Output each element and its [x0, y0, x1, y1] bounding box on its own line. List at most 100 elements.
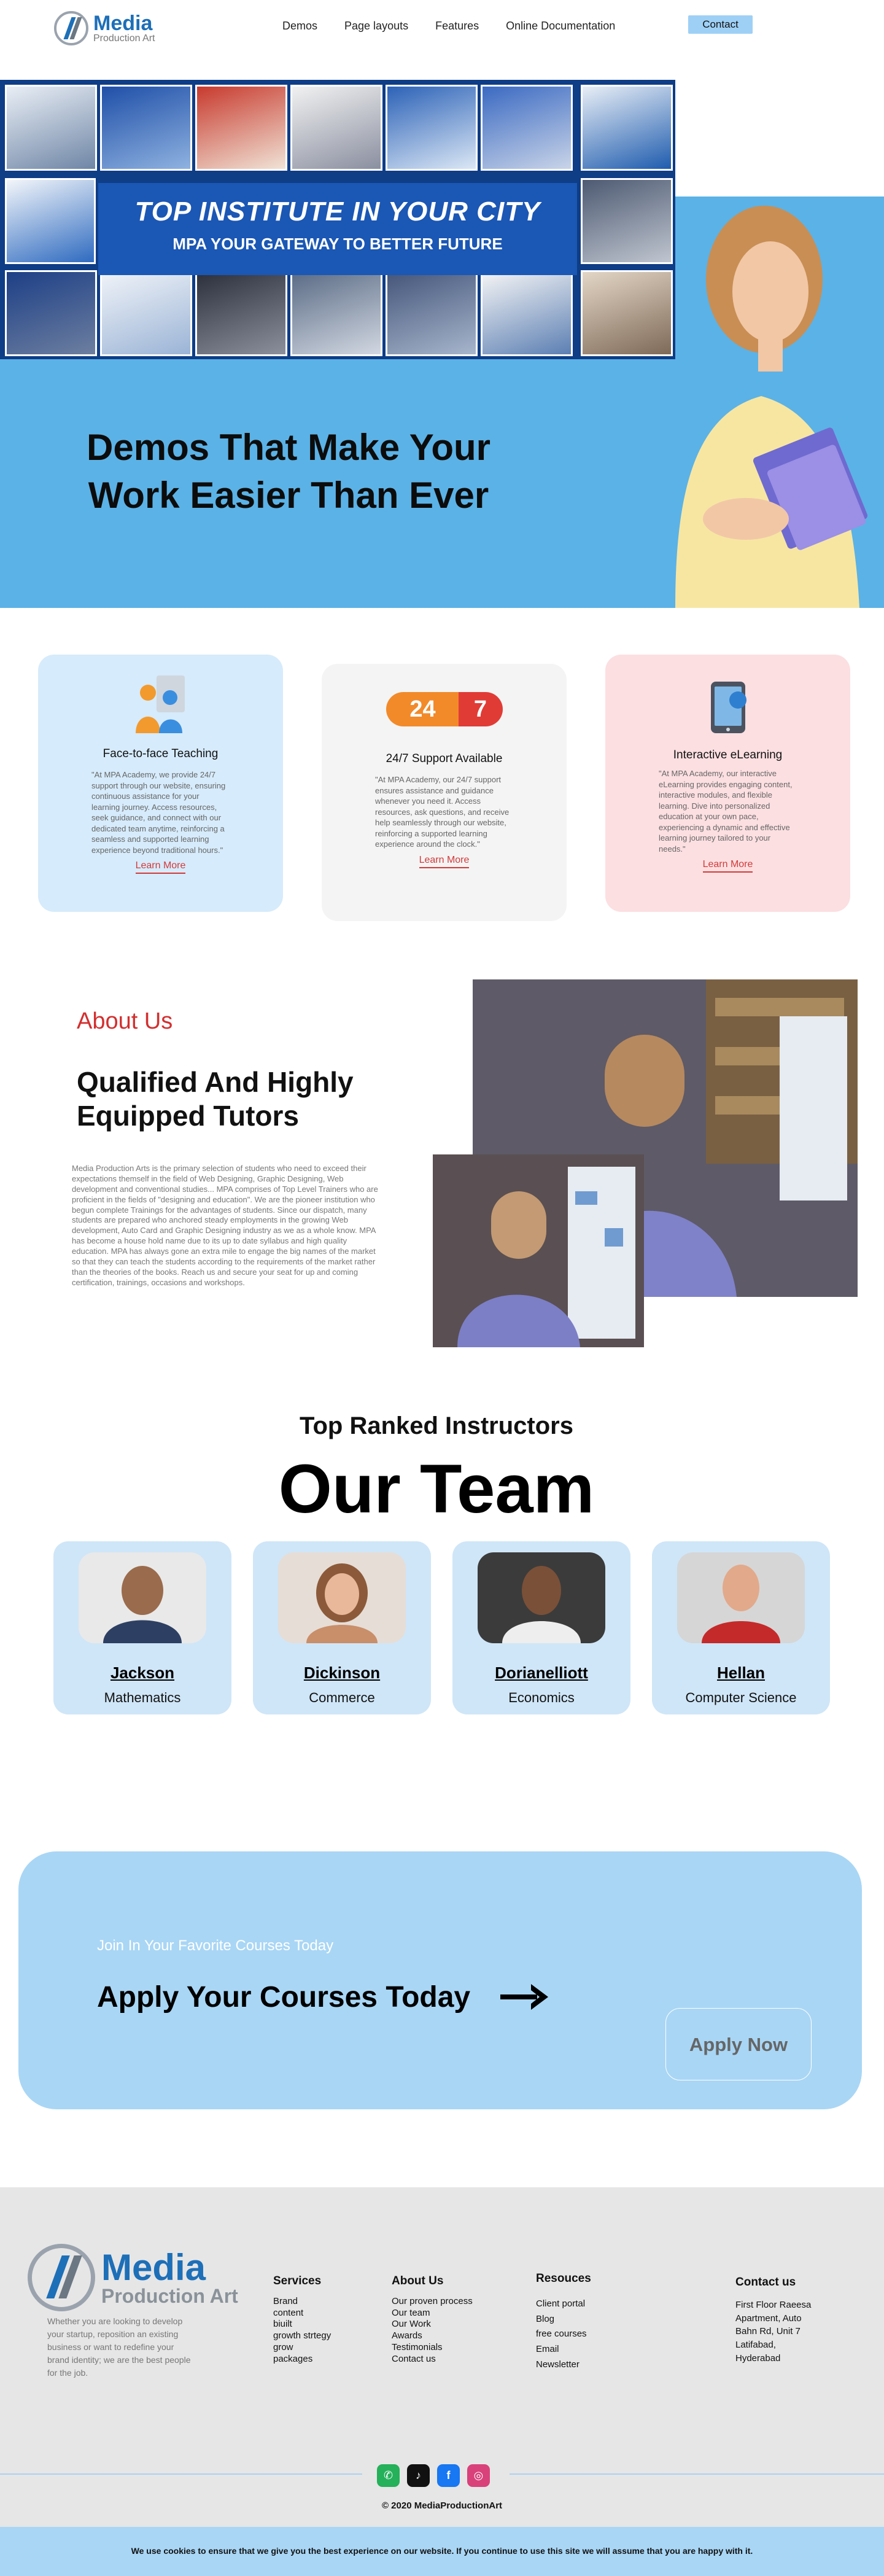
member-name[interactable]: Jackson — [53, 1664, 231, 1683]
footer: Media Production Art Whether you are loo… — [0, 2187, 884, 2527]
footer-link[interactable]: biuilt — [273, 2319, 331, 2330]
footer-link[interactable]: growth strtegy — [273, 2330, 331, 2342]
collage-photo — [5, 85, 97, 171]
menu-item-demos[interactable]: Demos — [282, 20, 317, 33]
member-name[interactable]: Dorianelliott — [452, 1664, 630, 1683]
footer-logo-mark-icon — [28, 2244, 95, 2311]
banner-subtitle: MPA YOUR GATEWAY TO BETTER FUTURE — [173, 235, 503, 253]
support-7-text: 7 — [458, 692, 503, 726]
learn-more-link[interactable]: Learn More — [135, 860, 186, 874]
instagram-icon[interactable]: ◎ — [467, 2464, 490, 2487]
people-icon — [135, 675, 185, 733]
collage-photo — [290, 85, 382, 171]
cta-tagline: Join In Your Favorite Courses Today — [97, 1937, 334, 1954]
learn-more-link[interactable]: Learn More — [702, 859, 753, 873]
footer-link[interactable]: Our team — [392, 2308, 473, 2319]
main-menu: Demos Page layouts Features Online Docum… — [282, 20, 642, 33]
facebook-icon[interactable]: f — [437, 2464, 460, 2487]
contact-button[interactable]: Contact — [688, 15, 753, 34]
feature-card-face-to-face: Face-to-face Teaching "At MPA Academy, w… — [38, 655, 283, 912]
team-member-card[interactable]: Hellan Computer Science — [652, 1541, 830, 1714]
footer-link[interactable]: Our Work — [392, 2319, 473, 2330]
collage-photo — [290, 270, 382, 356]
footer-link[interactable]: Our proven process — [392, 2296, 473, 2308]
member-role: Mathematics — [104, 1690, 181, 1705]
hero-heading-line-1: Demos That Make Your — [87, 427, 490, 468]
hero-student-illustration — [675, 206, 868, 608]
apply-cta-section: Join In Your Favorite Courses Today Appl… — [18, 1851, 862, 2109]
team-member-card[interactable]: Jackson Mathematics — [53, 1541, 231, 1714]
top-nav: Media Production Art Demos Page layouts … — [0, 0, 884, 54]
member-role: Commerce — [309, 1690, 375, 1705]
footer-divider-right — [510, 2473, 884, 2475]
photo-collage: TOP INSTITUTE IN YOUR CITY MPA YOUR GATE… — [0, 80, 675, 359]
banner-title: TOP INSTITUTE IN YOUR CITY — [134, 197, 541, 227]
tiktok-icon[interactable]: ♪ — [407, 2464, 430, 2487]
support-24-7-icon: 24 7 — [386, 690, 503, 729]
footer-link[interactable]: packages — [273, 2354, 331, 2365]
member-photo — [478, 1552, 605, 1643]
footer-description: Whether you are looking to develop your … — [47, 2316, 191, 2378]
feature-description: "At MPA Academy, our 24/7 support ensure… — [375, 775, 510, 849]
address-line: Hyderabad — [735, 2352, 781, 2364]
feature-title: Interactive eLearning — [673, 749, 783, 761]
member-name[interactable]: Dickinson — [253, 1664, 431, 1683]
member-name[interactable]: Hellan — [652, 1664, 830, 1683]
cta-heading: Apply Your Courses Today — [97, 1981, 471, 2014]
team-title: Our Team — [278, 1450, 595, 1527]
collage-banner: TOP INSTITUTE IN YOUR CITY MPA YOUR GATE… — [98, 183, 577, 275]
footer-link[interactable]: Client portal — [536, 2298, 591, 2310]
team-member-card[interactable]: Dorianelliott Economics — [452, 1541, 630, 1714]
footer-divider-left — [0, 2473, 362, 2475]
feature-description: "At MPA Academy, our interactive eLearni… — [659, 769, 793, 854]
footer-contact-title: Contact us — [735, 2276, 796, 2289]
collage-photo — [386, 85, 478, 171]
social-links: ✆ ♪ f ◎ — [377, 2464, 490, 2487]
footer-link[interactable]: Email — [536, 2344, 591, 2356]
feature-card-interactive-elearning: Interactive eLearning "At MPA Academy, o… — [605, 655, 850, 912]
footer-link[interactable]: content — [273, 2308, 331, 2319]
team-subtitle: Top Ranked Instructors — [300, 1412, 573, 1439]
learn-more-link[interactable]: Learn More — [419, 855, 470, 868]
hero-heading-line-2: Work Easier Than Ever — [88, 475, 489, 516]
collage-photo — [481, 85, 573, 171]
cookie-text: We use cookies to ensure that we give yo… — [131, 2546, 753, 2556]
footer-logo-sub-text: Production Art — [101, 2285, 238, 2307]
about-heading: Qualified And Highly Equipped Tutors — [77, 1066, 354, 1132]
tablet-icon — [710, 682, 746, 733]
member-role: Economics — [508, 1690, 575, 1705]
collage-photo — [5, 178, 96, 264]
collage-photo — [100, 270, 192, 356]
member-photo — [677, 1552, 805, 1643]
footer-logo[interactable]: Media Production Art — [28, 2244, 238, 2311]
logo[interactable]: Media Production Art — [54, 11, 155, 45]
footer-link[interactable]: Newsletter — [536, 2359, 591, 2371]
cookie-banner: We use cookies to ensure that we give yo… — [0, 2527, 884, 2576]
footer-link[interactable]: Testimonials — [392, 2342, 473, 2354]
footer-link[interactable]: Blog — [536, 2314, 591, 2325]
footer-link[interactable]: Brand — [273, 2296, 331, 2308]
address-line: Latifabad, — [735, 2340, 776, 2350]
address-line: First Floor Raeesa — [735, 2299, 812, 2310]
footer-link[interactable]: free courses — [536, 2329, 591, 2340]
about-label: About Us — [77, 1008, 173, 1034]
whatsapp-icon[interactable]: ✆ — [377, 2464, 400, 2487]
hero-section: TOP INSTITUTE IN YOUR CITY MPA YOUR GATE… — [0, 80, 884, 608]
member-photo — [79, 1552, 206, 1643]
apply-now-button[interactable]: Apply Now — [665, 2008, 812, 2080]
footer-link[interactable]: Awards — [392, 2330, 473, 2342]
footer-logo-main-text: Media — [101, 2247, 206, 2288]
footer-about-column: About Us Our proven process Our team Our… — [392, 2274, 473, 2365]
footer-link[interactable]: Contact us — [392, 2354, 473, 2365]
menu-item-online-documentation[interactable]: Online Documentation — [506, 20, 615, 33]
collage-photo — [386, 270, 478, 356]
hero-heading: Demos That Make Your Work Easier Than Ev… — [43, 424, 534, 519]
member-role: Computer Science — [685, 1690, 797, 1705]
address-line: Bahn Rd, Unit 7 — [735, 2326, 801, 2337]
team-member-card[interactable]: Dickinson Commerce — [253, 1541, 431, 1714]
footer-link[interactable]: grow — [273, 2342, 331, 2354]
logo-sub-text: Production Art — [93, 33, 155, 44]
menu-item-features[interactable]: Features — [435, 20, 479, 33]
menu-item-page-layouts[interactable]: Page layouts — [344, 20, 408, 33]
feature-description: "At MPA Academy, we provide 24/7 support… — [91, 770, 226, 855]
